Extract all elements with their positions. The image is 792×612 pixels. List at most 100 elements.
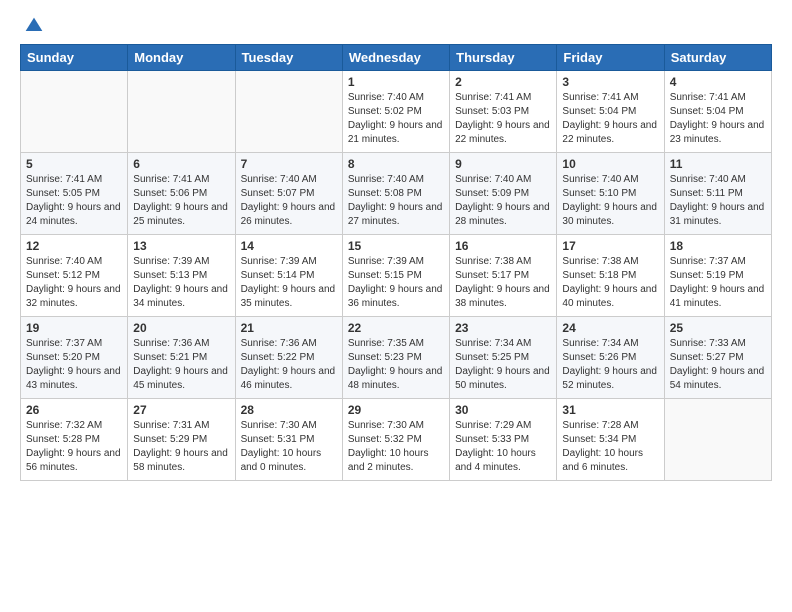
- day-number: 22: [348, 321, 444, 335]
- day-cell: 8 Sunrise: 7:40 AM Sunset: 5:08 PM Daylig…: [342, 153, 449, 235]
- day-info: Sunrise: 7:30 AM Sunset: 5:31 PM Dayligh…: [241, 419, 337, 475]
- day-info: Sunrise: 7:33 AM Sunset: 5:27 PM Dayligh…: [670, 337, 766, 393]
- day-number: 25: [670, 321, 766, 335]
- day-cell: 23 Sunrise: 7:34 AM Sunset: 5:25 PM Dayli…: [450, 317, 557, 399]
- day-number: 18: [670, 239, 766, 253]
- day-info: Sunrise: 7:28 AM Sunset: 5:34 PM Dayligh…: [562, 419, 658, 475]
- week-row-0: 1 Sunrise: 7:40 AM Sunset: 5:02 PM Daylig…: [21, 71, 772, 153]
- day-cell: 3 Sunrise: 7:41 AM Sunset: 5:04 PM Daylig…: [557, 71, 664, 153]
- day-number: 16: [455, 239, 551, 253]
- day-info: Sunrise: 7:40 AM Sunset: 5:08 PM Dayligh…: [348, 173, 444, 229]
- day-cell: 12Sunrise: 7:40 AM Sunset: 5:12 PM Dayli…: [21, 235, 128, 317]
- day-number: 26: [26, 403, 122, 417]
- day-cell: 29Sunrise: 7:30 AM Sunset: 5:32 PM Dayli…: [342, 399, 449, 481]
- day-number: 21: [241, 321, 337, 335]
- day-cell: 2Sunrise: 7:41 AM Sunset: 5:03 PM Daylig…: [450, 71, 557, 153]
- day-number: 12: [26, 239, 122, 253]
- weekday-header-thursday: Thursday: [450, 45, 557, 71]
- day-info: Sunrise: 7:40 AM Sunset: 5:07 PM Dayligh…: [241, 173, 337, 229]
- day-info: Sunrise: 7:31 AM Sunset: 5:29 PM Dayligh…: [133, 419, 229, 475]
- day-cell: 24 Sunrise: 7:34 AM Sunset: 5:26 PM Dayli…: [557, 317, 664, 399]
- logo-icon: [24, 16, 44, 36]
- day-info: Sunrise: 7:37 AM Sunset: 5:20 PM Dayligh…: [26, 337, 122, 393]
- day-number: 17: [562, 239, 658, 253]
- day-info: Sunrise: 7:39 AM Sunset: 5:14 PM Dayligh…: [241, 255, 337, 311]
- day-number: 14: [241, 239, 337, 253]
- day-number: 8: [348, 157, 444, 171]
- week-row-1: 5 Sunrise: 7:41 AM Sunset: 5:05 PM Daylig…: [21, 153, 772, 235]
- day-cell: 5 Sunrise: 7:41 AM Sunset: 5:05 PM Daylig…: [21, 153, 128, 235]
- weekday-header-sunday: Sunday: [21, 45, 128, 71]
- header-row: SundayMondayTuesdayWednesdayThursdayFrid…: [21, 45, 772, 71]
- logo: [20, 16, 44, 36]
- day-cell: 21 Sunrise: 7:36 AM Sunset: 5:22 PM Dayli…: [235, 317, 342, 399]
- day-number: 1: [348, 75, 444, 89]
- day-cell: 28 Sunrise: 7:30 AM Sunset: 5:31 PM Dayli…: [235, 399, 342, 481]
- day-cell: 26 Sunrise: 7:32 AM Sunset: 5:28 PM Dayli…: [21, 399, 128, 481]
- day-number: 19: [26, 321, 122, 335]
- week-row-4: 26 Sunrise: 7:32 AM Sunset: 5:28 PM Dayli…: [21, 399, 772, 481]
- day-info: Sunrise: 7:35 AM Sunset: 5:23 PM Dayligh…: [348, 337, 444, 393]
- day-info: Sunrise: 7:29 AM Sunset: 5:33 PM Dayligh…: [455, 419, 551, 475]
- day-cell: 10Sunrise: 7:40 AM Sunset: 5:10 PM Dayli…: [557, 153, 664, 235]
- week-row-2: 12Sunrise: 7:40 AM Sunset: 5:12 PM Dayli…: [21, 235, 772, 317]
- day-cell: 1 Sunrise: 7:40 AM Sunset: 5:02 PM Daylig…: [342, 71, 449, 153]
- day-number: 23: [455, 321, 551, 335]
- day-number: 6: [133, 157, 229, 171]
- day-info: Sunrise: 7:41 AM Sunset: 5:06 PM Dayligh…: [133, 173, 229, 229]
- day-info: Sunrise: 7:41 AM Sunset: 5:03 PM Dayligh…: [455, 91, 551, 147]
- weekday-header-wednesday: Wednesday: [342, 45, 449, 71]
- day-info: Sunrise: 7:37 AM Sunset: 5:19 PM Dayligh…: [670, 255, 766, 311]
- day-info: Sunrise: 7:36 AM Sunset: 5:22 PM Dayligh…: [241, 337, 337, 393]
- day-info: Sunrise: 7:32 AM Sunset: 5:28 PM Dayligh…: [26, 419, 122, 475]
- day-cell: [235, 71, 342, 153]
- day-cell: 11Sunrise: 7:40 AM Sunset: 5:11 PM Dayli…: [664, 153, 771, 235]
- day-cell: 9 Sunrise: 7:40 AM Sunset: 5:09 PM Daylig…: [450, 153, 557, 235]
- weekday-header-tuesday: Tuesday: [235, 45, 342, 71]
- day-info: Sunrise: 7:41 AM Sunset: 5:05 PM Dayligh…: [26, 173, 122, 229]
- day-number: 31: [562, 403, 658, 417]
- day-cell: 4Sunrise: 7:41 AM Sunset: 5:04 PM Daylig…: [664, 71, 771, 153]
- day-info: Sunrise: 7:40 AM Sunset: 5:09 PM Dayligh…: [455, 173, 551, 229]
- day-cell: 22 Sunrise: 7:35 AM Sunset: 5:23 PM Dayli…: [342, 317, 449, 399]
- day-cell: 27Sunrise: 7:31 AM Sunset: 5:29 PM Dayli…: [128, 399, 235, 481]
- day-number: 5: [26, 157, 122, 171]
- day-cell: 13 Sunrise: 7:39 AM Sunset: 5:13 PM Dayli…: [128, 235, 235, 317]
- day-number: 24: [562, 321, 658, 335]
- day-number: 13: [133, 239, 229, 253]
- day-cell: 6 Sunrise: 7:41 AM Sunset: 5:06 PM Daylig…: [128, 153, 235, 235]
- day-cell: [128, 71, 235, 153]
- day-info: Sunrise: 7:40 AM Sunset: 5:11 PM Dayligh…: [670, 173, 766, 229]
- day-cell: 19 Sunrise: 7:37 AM Sunset: 5:20 PM Dayli…: [21, 317, 128, 399]
- logo-text: [20, 16, 44, 36]
- day-number: 15: [348, 239, 444, 253]
- day-number: 30: [455, 403, 551, 417]
- day-info: Sunrise: 7:41 AM Sunset: 5:04 PM Dayligh…: [670, 91, 766, 147]
- day-number: 28: [241, 403, 337, 417]
- day-cell: 25 Sunrise: 7:33 AM Sunset: 5:27 PM Dayli…: [664, 317, 771, 399]
- day-cell: [664, 399, 771, 481]
- day-number: 9: [455, 157, 551, 171]
- day-cell: 20Sunrise: 7:36 AM Sunset: 5:21 PM Dayli…: [128, 317, 235, 399]
- day-cell: 16Sunrise: 7:38 AM Sunset: 5:17 PM Dayli…: [450, 235, 557, 317]
- day-info: Sunrise: 7:34 AM Sunset: 5:25 PM Dayligh…: [455, 337, 551, 393]
- day-number: 20: [133, 321, 229, 335]
- day-info: Sunrise: 7:39 AM Sunset: 5:13 PM Dayligh…: [133, 255, 229, 311]
- day-info: Sunrise: 7:41 AM Sunset: 5:04 PM Dayligh…: [562, 91, 658, 147]
- day-info: Sunrise: 7:34 AM Sunset: 5:26 PM Dayligh…: [562, 337, 658, 393]
- calendar-table: SundayMondayTuesdayWednesdayThursdayFrid…: [20, 44, 772, 481]
- day-info: Sunrise: 7:38 AM Sunset: 5:18 PM Dayligh…: [562, 255, 658, 311]
- page: SundayMondayTuesdayWednesdayThursdayFrid…: [0, 0, 792, 497]
- day-number: 29: [348, 403, 444, 417]
- day-cell: 18 Sunrise: 7:37 AM Sunset: 5:19 PM Dayli…: [664, 235, 771, 317]
- day-cell: 7 Sunrise: 7:40 AM Sunset: 5:07 PM Daylig…: [235, 153, 342, 235]
- weekday-header-monday: Monday: [128, 45, 235, 71]
- day-number: 7: [241, 157, 337, 171]
- day-cell: 30 Sunrise: 7:29 AM Sunset: 5:33 PM Dayli…: [450, 399, 557, 481]
- weekday-header-friday: Friday: [557, 45, 664, 71]
- day-cell: 17 Sunrise: 7:38 AM Sunset: 5:18 PM Dayli…: [557, 235, 664, 317]
- day-cell: 15Sunrise: 7:39 AM Sunset: 5:15 PM Dayli…: [342, 235, 449, 317]
- day-number: 3: [562, 75, 658, 89]
- day-info: Sunrise: 7:40 AM Sunset: 5:02 PM Dayligh…: [348, 91, 444, 147]
- weekday-header-saturday: Saturday: [664, 45, 771, 71]
